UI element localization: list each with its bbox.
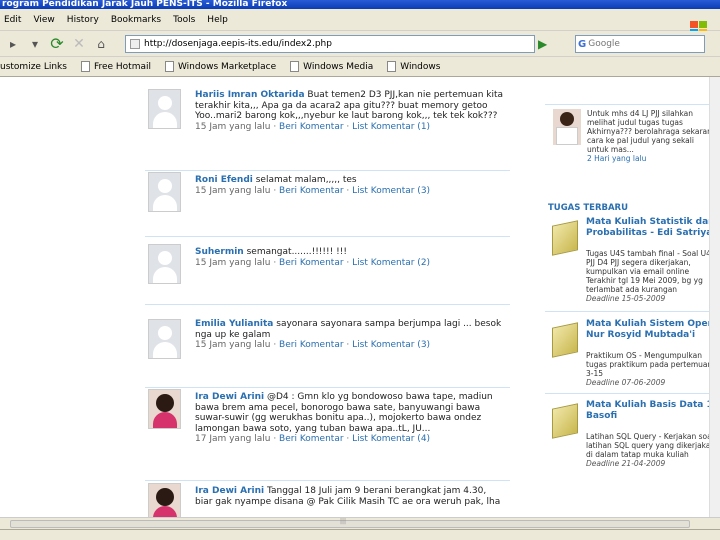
list-comment-link[interactable]: List Komentar (3) [352, 340, 430, 350]
sidebar: Untuk mhs d4 LJ PJJ silahkan melihat jud… [545, 77, 720, 517]
divider [145, 480, 510, 481]
menu-view[interactable]: View [33, 15, 54, 25]
announcement-text: Untuk mhs d4 LJ PJJ silahkan melihat jud… [587, 109, 717, 154]
post-author[interactable]: Emilia Yulianita [195, 319, 273, 329]
sidebar-announcement: Untuk mhs d4 LJ PJJ silahkan melihat jud… [545, 104, 720, 199]
search-box[interactable]: G [575, 35, 705, 53]
avatar [148, 244, 181, 284]
tugas-deadline: Deadline 07-06-2009 [586, 378, 666, 387]
tugas-subtitle[interactable]: Nur Rosyid Mubtada'i [586, 330, 695, 340]
search-input[interactable] [588, 39, 689, 49]
avatar [148, 483, 181, 517]
post-author[interactable]: Ira Dewi Arini [195, 486, 264, 496]
menu-help[interactable]: Help [207, 15, 228, 25]
tugas-subtitle[interactable]: Probabilitas - Edi Satriyanto [586, 228, 720, 238]
list-comment-link[interactable]: List Komentar (4) [352, 434, 430, 444]
comment-link[interactable]: Beri Komentar [279, 434, 344, 444]
reload-icon[interactable]: ⟳ [48, 34, 66, 53]
post-time: 15 Jam yang lalu [195, 257, 271, 268]
tugas-title[interactable]: Mata Kuliah Sistem Operasi - [586, 319, 720, 329]
divider [145, 304, 510, 305]
favicon-icon [130, 39, 140, 49]
post-text: selamat malam,,,,, tes [255, 175, 357, 185]
avatar [148, 389, 181, 429]
google-icon: G [578, 38, 587, 50]
tugas-desc: Latihan SQL Query - Kerjakan soal latiha… [586, 432, 716, 459]
url-input[interactable] [144, 39, 524, 49]
divider [545, 311, 720, 312]
avatar [148, 172, 181, 212]
avatar [148, 319, 181, 359]
status-bar [0, 529, 720, 540]
stop-icon[interactable]: ✕ [70, 35, 88, 53]
comment-link[interactable]: Beri Komentar [279, 122, 344, 132]
go-icon[interactable]: ▶ [538, 37, 547, 51]
bookmark-windows-marketplace[interactable]: Windows Marketplace [164, 61, 276, 72]
divider [145, 387, 510, 388]
bookmark-customize-links[interactable]: ustomize Links [0, 62, 67, 72]
post-author[interactable]: Hariis Imran Oktarida [195, 90, 305, 100]
bookmark-windows-media[interactable]: Windows Media [290, 61, 373, 72]
bookmark-free-hotmail[interactable]: Free Hotmail [80, 61, 151, 72]
window-title: rogram Pendidikan Jarak Jauh PENS-ITS - … [0, 0, 720, 9]
post-time: 15 Jam yang lalu [195, 340, 271, 350]
list-comment-link[interactable]: List Komentar (3) [352, 186, 430, 196]
page-icon [80, 61, 90, 72]
home-icon[interactable]: ⌂ [92, 35, 110, 53]
post-time: 15 Jam yang lalu [195, 185, 271, 196]
post-author[interactable]: Ira Dewi Arini [195, 392, 264, 402]
navigation-toolbar: ▸ ▾ ⟳ ✕ ⌂ ▶ G [0, 31, 720, 57]
comment-link[interactable]: Beri Komentar [279, 186, 344, 196]
menu-bookmarks[interactable]: Bookmarks [111, 15, 161, 25]
divider [545, 393, 720, 394]
menu-edit[interactable]: Edit [4, 15, 21, 25]
divider [145, 170, 510, 171]
bookmarks-toolbar: ustomize Links Free Hotmail Windows Mark… [0, 57, 720, 77]
post-text: semangat.......!!!!!! !!! [246, 247, 347, 257]
post-time: 17 Jam yang lalu [195, 434, 271, 444]
page-icon [164, 61, 174, 72]
avatar [553, 109, 581, 145]
horizontal-scrollbar[interactable]: ||| [0, 517, 720, 529]
tugas-subtitle[interactable]: Basofi [586, 411, 617, 421]
divider [145, 236, 510, 237]
post-author[interactable]: Roni Efendi [195, 175, 253, 185]
menu-tools[interactable]: Tools [173, 15, 195, 25]
list-comment-link[interactable]: List Komentar (1) [352, 122, 430, 132]
history-dropdown-icon[interactable]: ▾ [26, 35, 44, 53]
scroll-grip-icon: ||| [340, 518, 347, 525]
list-comment-link[interactable]: List Komentar (2) [352, 258, 430, 268]
page-icon [387, 61, 397, 72]
comment-link[interactable]: Beri Komentar [279, 258, 344, 268]
tugas-desc: Tugas U4S tambah final - Soal U4S PJJ D4… [586, 249, 716, 294]
back-icon[interactable]: ▸ [4, 35, 22, 53]
tugas-deadline: Deadline 15-05-2009 [586, 294, 666, 303]
announcement-time: 2 Hari yang lalu [587, 154, 647, 163]
tugas-title[interactable]: Mata Kuliah Statistik dan [586, 217, 715, 227]
bookmark-windows[interactable]: Windows [387, 61, 440, 72]
page-content: Hariis Imran Oktarida Buat temen2 D3 PJJ… [0, 77, 720, 517]
post-time: 15 Jam yang lalu [195, 121, 271, 132]
tugas-title[interactable]: Mata Kuliah Basis Data 1 - A [586, 400, 720, 410]
avatar [148, 89, 181, 129]
menu-bar: Edit View History Bookmarks Tools Help [0, 9, 720, 36]
url-bar[interactable] [125, 35, 535, 53]
page-icon [290, 61, 300, 72]
tugas-desc: Praktikum OS - Mengumpulkan tugas prakti… [586, 351, 713, 378]
tugas-heading: TUGAS TERBARU [548, 203, 628, 213]
tugas-deadline: Deadline 21-04-2009 [586, 459, 666, 468]
post-author[interactable]: Suhermin [195, 247, 244, 257]
vertical-scrollbar[interactable] [709, 77, 720, 517]
comment-link[interactable]: Beri Komentar [279, 340, 344, 350]
scrollbar-thumb[interactable] [10, 520, 690, 528]
menu-history[interactable]: History [67, 15, 99, 25]
